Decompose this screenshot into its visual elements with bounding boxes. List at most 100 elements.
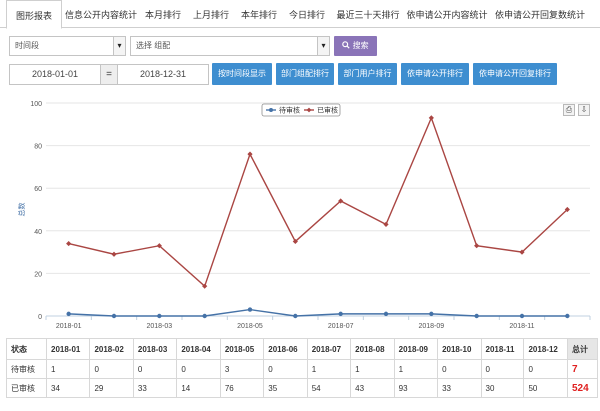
data-point <box>66 240 72 247</box>
y-tick-label: 40 <box>34 229 42 236</box>
tab-this-month-rank[interactable]: 本月排行 <box>140 0 186 28</box>
table-cell: 76 <box>219 378 265 398</box>
table-cell: 1 <box>393 359 439 379</box>
table-row: 待审核 1 0 0 0 3 0 1 1 1 0 0 0 7 <box>6 359 598 379</box>
x-tick-label: 2018-03 <box>146 323 172 330</box>
series-line-reviewed <box>68 115 568 288</box>
legend-label: 已审核 <box>317 106 338 115</box>
dept-user-rank-button[interactable]: 部门用户排行 <box>338 63 397 85</box>
apply-reply-rank-button[interactable]: 依申请公开回复排行 <box>473 63 557 85</box>
table-header-month: 2018-12 <box>523 338 568 360</box>
y-tick-label: 60 <box>34 186 42 193</box>
y-tick-label: 100 <box>30 101 42 108</box>
tab-this-year-rank[interactable]: 本年排行 <box>236 0 282 28</box>
data-point <box>383 311 389 317</box>
chevron-down-icon: ▾ <box>317 37 329 55</box>
table-cell: 0 <box>132 359 178 379</box>
table-cell: 35 <box>263 378 308 398</box>
x-tick-label: 2018-09 <box>418 323 444 330</box>
tab-apply-reply-stats[interactable]: 依申请公开回复数统计 <box>490 0 590 28</box>
table-cell: 1 <box>350 359 395 379</box>
tab-last-month-rank[interactable]: 上月排行 <box>188 0 234 28</box>
table-cell: 1 <box>45 359 91 379</box>
table-cell: 3 <box>219 359 265 379</box>
legend-label: 待审核 <box>279 106 300 115</box>
org-select-value: 选择 组配 <box>136 41 171 50</box>
data-point <box>338 311 343 317</box>
x-tick-label: 2018-05 <box>237 323 263 330</box>
table-header-month: 2018-05 <box>219 338 265 360</box>
table-header-month: 2018-03 <box>132 338 178 360</box>
legend-marker <box>269 108 273 112</box>
dept-group-rank-button[interactable]: 部门组配排行 <box>276 63 334 85</box>
data-point <box>428 115 434 121</box>
tab-chart-report[interactable]: 图形报表 <box>6 0 62 29</box>
table-cell: 0 <box>89 359 134 379</box>
start-date-input[interactable]: 2018-01-01 <box>9 64 101 85</box>
table-header-month: 2018-08 <box>350 338 395 360</box>
org-select[interactable]: 选择 组配 ▾ <box>130 36 330 56</box>
table-header-month: 2018-02 <box>89 338 134 360</box>
table-cell: 0 <box>523 359 568 379</box>
y-axis-label: 总数 <box>17 203 26 217</box>
table-header-month: 2018-11 <box>480 338 525 360</box>
table-header-month: 2018-10 <box>437 338 482 360</box>
x-tick-label: 2018-01 <box>56 323 82 330</box>
report-tabs: 图形报表 信息公开内容统计 本月排行 上月排行 本年排行 今日排行 最近三十天排… <box>0 0 600 29</box>
print-icon[interactable]: ⎙ <box>563 104 575 116</box>
tab-info-content-stats[interactable]: 信息公开内容统计 <box>64 0 138 28</box>
x-tick-label: 2018-07 <box>328 323 354 330</box>
search-button[interactable]: 搜索 <box>334 36 377 56</box>
table-header-month: 2018-09 <box>393 338 439 360</box>
table-cell: 14 <box>176 378 221 398</box>
series-line-pending <box>68 308 568 317</box>
y-tick-label: 80 <box>34 144 42 151</box>
table-cell: 54 <box>306 378 352 398</box>
chart-svg: 0 20 40 60 80 100 2018-01 2018-03 2018-05 2018-07… <box>17 101 591 330</box>
table-cell: 30 <box>480 378 525 398</box>
show-by-period-button[interactable]: 按时间段显示 <box>212 63 272 85</box>
stats-table: 状态 2018-01 2018-02 2018-03 2018-04 2018-… <box>6 338 598 398</box>
period-select[interactable]: 时间段 ▾ <box>9 36 126 56</box>
tab-today-rank[interactable]: 今日排行 <box>284 0 330 28</box>
chevron-down-icon: ▾ <box>113 37 125 55</box>
table-cell: 33 <box>437 378 482 398</box>
date-range-separator: = <box>101 64 117 85</box>
data-point <box>111 313 117 319</box>
row-total-reviewed: 524 <box>567 378 598 398</box>
table-cell: 33 <box>132 378 178 398</box>
table-cell: 0 <box>263 359 308 379</box>
table-cell: 1 <box>306 359 352 379</box>
table-cell: 34 <box>45 378 91 398</box>
table-header-month: 2018-01 <box>45 338 91 360</box>
data-point <box>111 251 117 257</box>
table-cell: 50 <box>523 378 568 398</box>
download-icon[interactable]: ⇩ <box>578 104 590 116</box>
search-icon <box>342 41 350 49</box>
table-cell: 0 <box>176 359 221 379</box>
table-header-row: 状态 2018-01 2018-02 2018-03 2018-04 2018-… <box>6 338 598 360</box>
tab-last-30-days-rank[interactable]: 最近三十天排行 <box>332 0 404 28</box>
x-tick-label: 2018-11 <box>509 323 534 330</box>
data-point <box>157 313 162 319</box>
tab-apply-content-stats[interactable]: 依申请公开内容统计 <box>404 0 490 28</box>
y-tick-label: 0 <box>38 314 42 321</box>
table-cell: 43 <box>350 378 395 398</box>
data-point <box>247 307 253 312</box>
y-tick-label: 20 <box>34 271 42 278</box>
table-header-status: 状态 <box>6 338 47 360</box>
data-point <box>293 313 298 319</box>
apply-rank-button[interactable]: 依申请公开排行 <box>401 63 469 85</box>
data-point <box>429 311 434 317</box>
table-cell: 93 <box>393 378 439 398</box>
data-point <box>202 313 207 319</box>
end-date-input[interactable]: 2018-12-31 <box>117 64 209 85</box>
line-chart: 0 20 40 60 80 100 2018-01 2018-03 2018-05 2018-07… <box>0 95 600 330</box>
period-select-value: 时间段 <box>15 41 39 50</box>
table-cell: 29 <box>89 378 134 398</box>
data-point <box>383 221 389 228</box>
row-label-reviewed: 已审核 <box>6 378 47 398</box>
row-total-pending: 7 <box>567 359 598 379</box>
data-point <box>66 311 71 317</box>
row-label-pending: 待审核 <box>6 359 47 379</box>
